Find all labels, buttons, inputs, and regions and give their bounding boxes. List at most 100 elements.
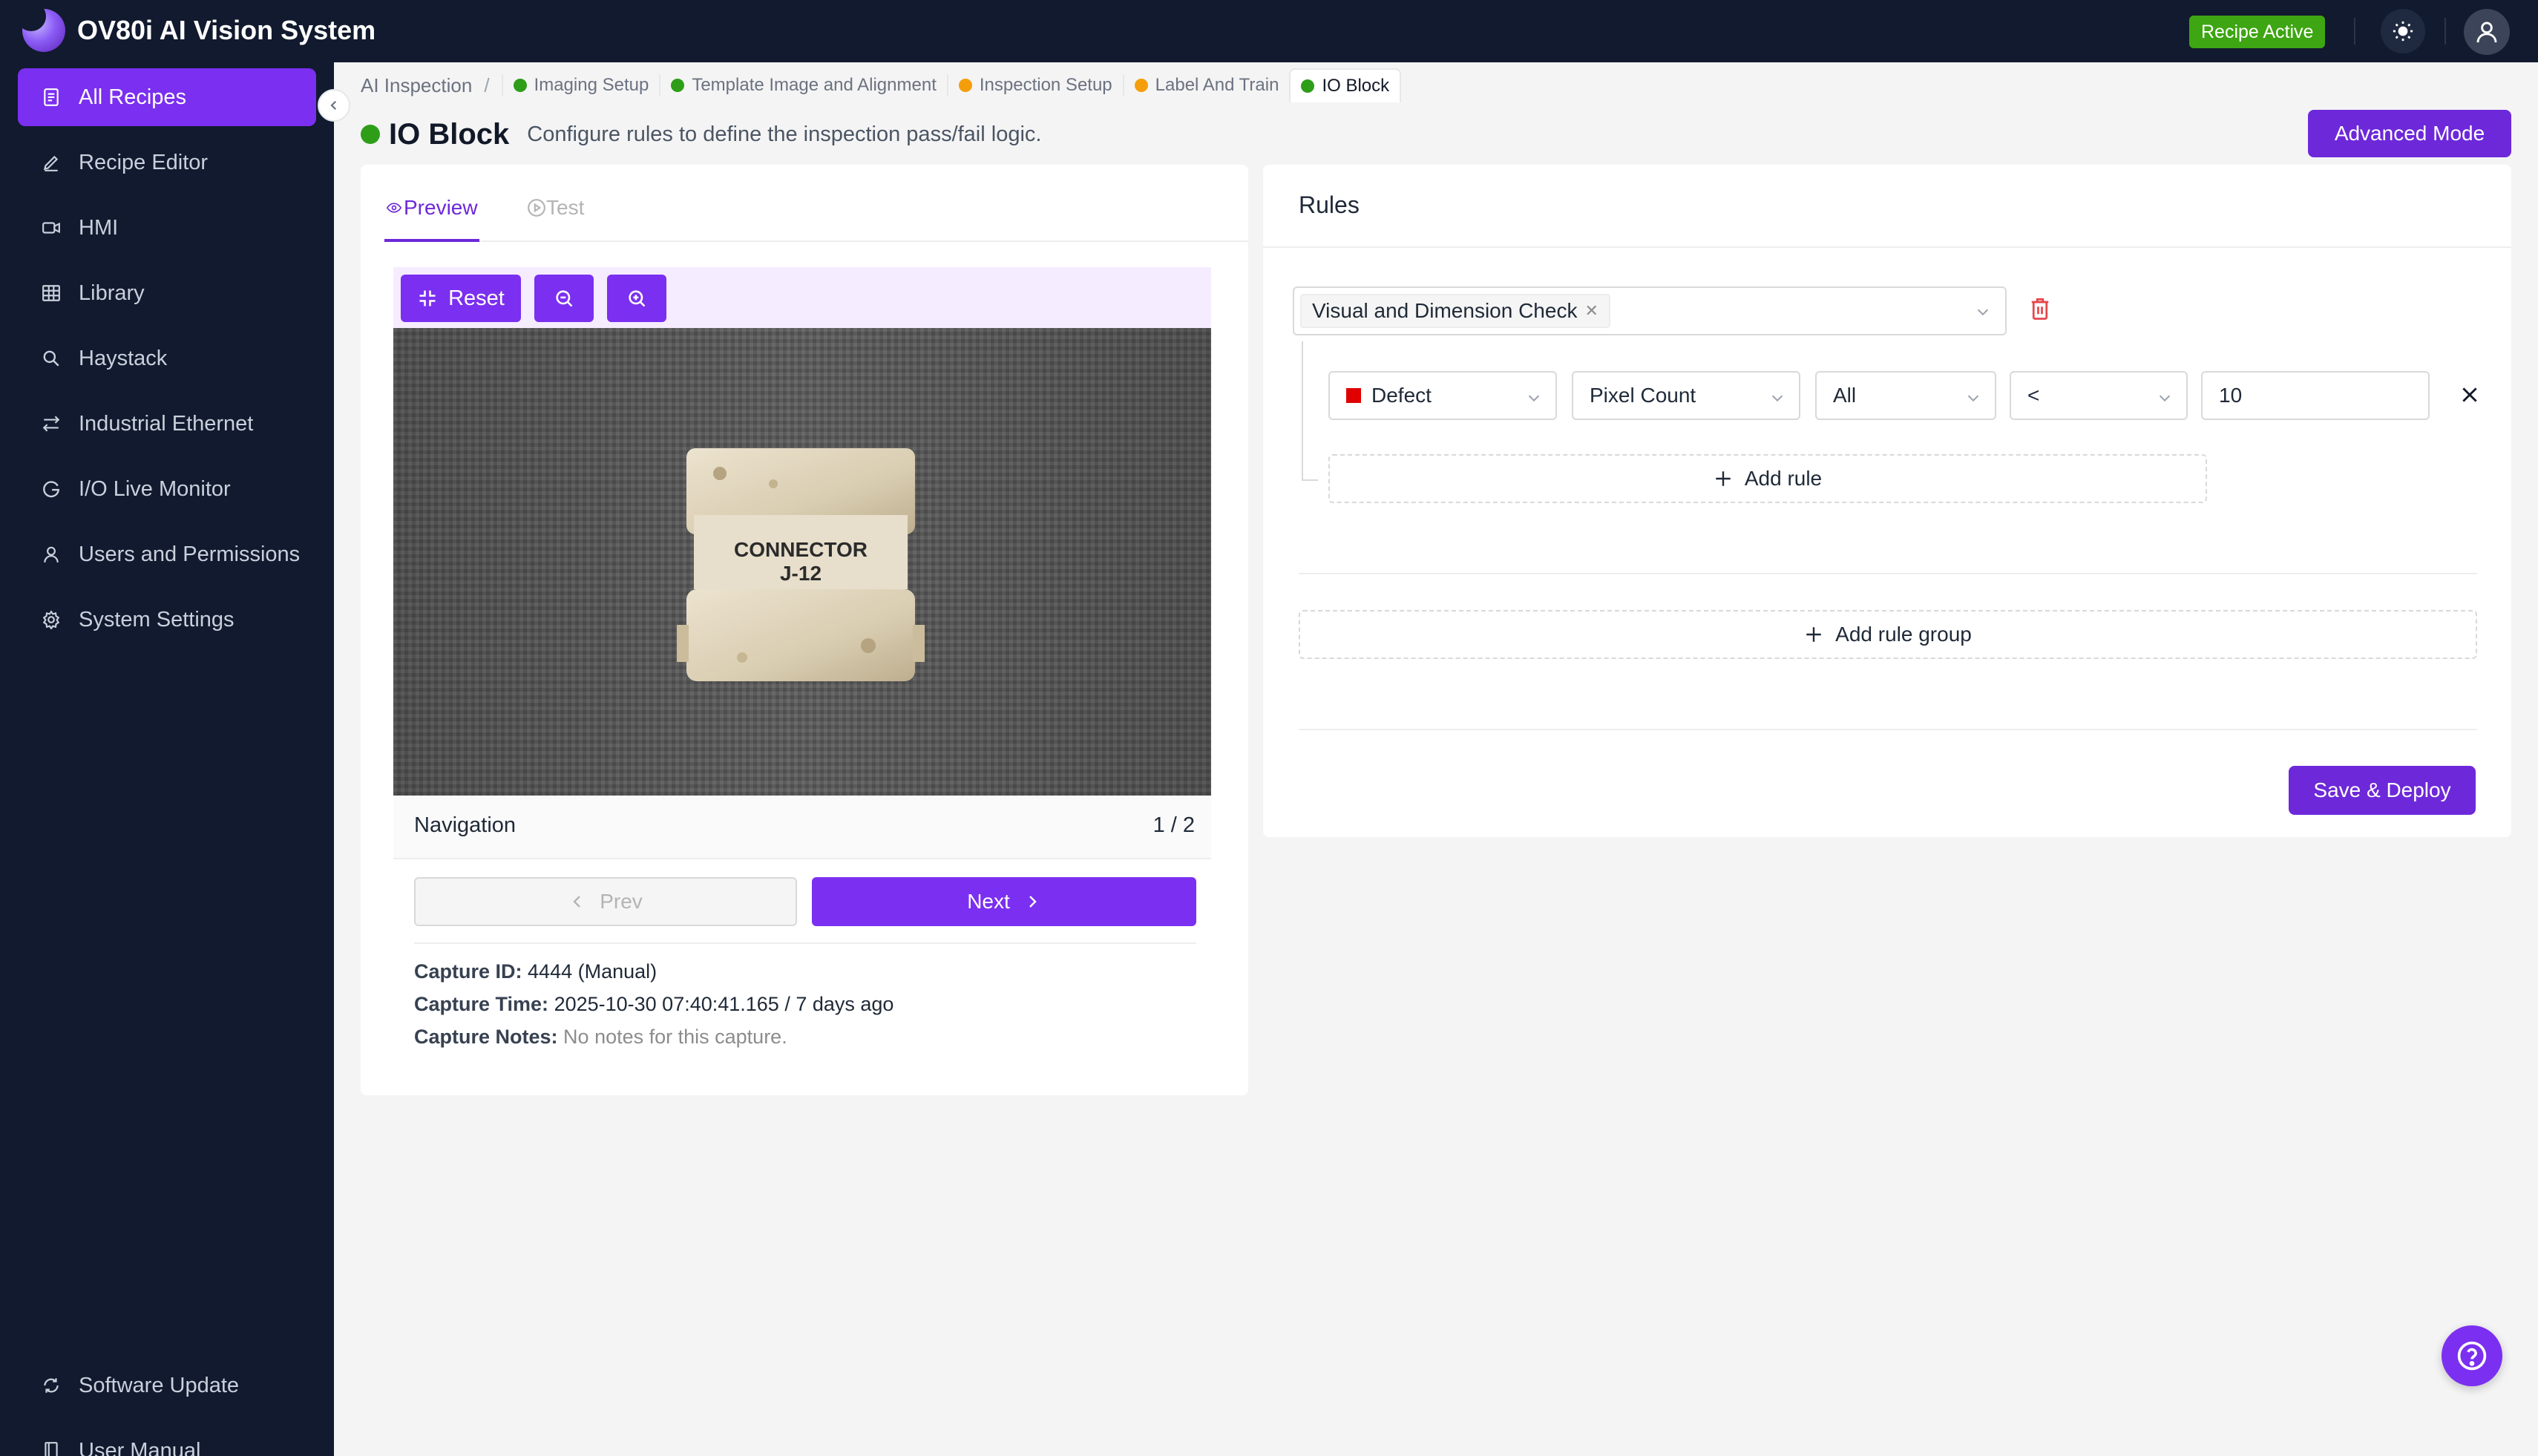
sidebar-item-recipe-editor[interactable]: Recipe Editor [18,134,316,191]
rule-group-select[interactable]: Visual and Dimension Check ✕ [1293,286,2007,335]
reset-label: Reset [448,286,505,310]
theme-toggle-button[interactable] [2381,9,2425,53]
breadcrumb-step-label: Imaging Setup [534,75,649,95]
reset-button[interactable]: Reset [401,275,521,322]
capture-image[interactable]: CONNECTOR J-12 [393,328,1211,796]
top-bar: OV80i AI Vision System Recipe Active [0,0,2538,62]
rule-tree-line [1302,341,1303,479]
breadcrumb-step-label: Template Image and Alignment [692,75,937,95]
class-select-value: Defect [1371,384,1432,407]
add-rule-group-button[interactable]: Add rule group [1299,610,2477,659]
add-rule-label: Add rule [1744,467,1823,490]
capture-id-row: Capture ID: 4444 (Manual) [414,960,657,983]
tab-preview[interactable]: Preview [384,196,478,220]
page-header: IO Block Configure rules to define the i… [361,111,1041,157]
tag-close-icon[interactable]: ✕ [1584,301,1598,321]
breadcrumb-step-inspection-setup[interactable]: Inspection Setup [948,68,1123,102]
zoom-in-button[interactable] [607,275,666,322]
ethernet-arrows-icon [40,413,62,435]
sidebar-item-label: All Recipes [79,85,187,109]
next-label: Next [967,890,1010,913]
breadcrumb-step-template-image[interactable]: Template Image and Alignment [660,68,947,102]
delete-group-button[interactable] [2029,297,2051,322]
divider [414,942,1196,944]
page-title: IO Block [389,117,510,151]
navigation-label: Navigation [414,813,517,837]
connector-label-line1: CONNECTOR [734,538,868,561]
sidebar-item-haystack[interactable]: Haystack [18,329,316,387]
sidebar-item-label: System Settings [79,607,235,632]
operator-select[interactable]: < [2010,371,2188,420]
next-button[interactable]: Next [812,877,1196,926]
tab-label: Test [546,196,585,219]
preview-tabs: Preview Test [384,165,1248,242]
breadcrumb-step-io-block[interactable]: IO Block [1289,68,1402,102]
advanced-mode-button[interactable]: Advanced Mode [2308,110,2511,157]
threshold-input[interactable]: 10 [2201,371,2430,420]
rules-title: Rules [1299,191,1360,218]
book-icon [40,1440,62,1456]
sidebar-item-system-settings[interactable]: System Settings [18,591,316,649]
sidebar-item-io-live-monitor[interactable]: I/O Live Monitor [18,460,316,518]
tab-test[interactable]: Test [527,196,584,220]
image-toolbar: Reset [393,267,1211,328]
sidebar-collapse-button[interactable] [318,89,350,122]
save-deploy-button[interactable]: Save & Deploy [2289,766,2476,815]
status-dot [958,79,972,92]
active-tab-indicator [384,239,479,242]
sidebar-item-users-permissions[interactable]: Users and Permissions [18,525,316,583]
sidebar-item-label: I/O Live Monitor [79,476,231,501]
sidebar: All Recipes Recipe Editor HMI Library Ha… [0,62,334,1456]
user-avatar-button[interactable] [2464,9,2510,55]
pencil-icon [40,151,62,174]
chevron-down-icon [1769,387,1786,411]
breadcrumb-root[interactable]: AI Inspection [361,74,472,97]
capture-time-value: 2025-10-30 07:40:41.165 / 7 days ago [554,993,894,1015]
sidebar-item-software-update[interactable]: Software Update [18,1357,316,1414]
zoom-out-button[interactable] [534,275,594,322]
add-rule-button[interactable]: Add rule [1328,454,2207,503]
chevron-down-icon [2157,387,2173,411]
plus-icon [1716,471,1731,486]
chevron-left-icon [573,896,581,908]
scope-select-value: All [1833,384,1857,407]
help-button[interactable] [2442,1325,2502,1386]
metric-select-value: Pixel Count [1590,384,1696,407]
sidebar-item-hmi[interactable]: HMI [18,199,316,257]
sidebar-item-label: Haystack [79,346,168,370]
table-grid-icon [40,282,62,304]
class-select[interactable]: Defect [1328,371,1557,420]
sidebar-item-library[interactable]: Library [18,264,316,322]
app-title: OV80i AI Vision System [77,15,376,45]
status-dot [671,79,685,92]
prev-button[interactable]: Prev [414,877,797,926]
rule-group-tag: Visual and Dimension Check ✕ [1300,294,1610,328]
capture-notes-value: No notes for this capture. [563,1026,787,1048]
sidebar-item-label: HMI [79,215,119,240]
app-logo [16,1,65,52]
breadcrumb-step-imaging-setup[interactable]: Imaging Setup [503,68,660,102]
sidebar-item-label: Industrial Ethernet [79,411,254,436]
sidebar-item-label: Software Update [79,1373,240,1397]
tab-label: Preview [404,196,478,219]
rule-tree-line [1302,479,1318,481]
capture-time-row: Capture Time: 2025-10-30 07:40:41.165 / … [414,993,893,1016]
close-icon [2462,387,2477,402]
sidebar-item-label: Recipe Editor [79,150,209,174]
sidebar-item-all-recipes[interactable]: All Recipes [18,68,316,126]
capture-id-value: 4444 (Manual) [528,960,658,983]
capture-notes-label: Capture Notes: [414,1026,558,1048]
status-dot [361,125,380,144]
sidebar-item-user-manual[interactable]: User Manual [18,1422,316,1456]
divider [1299,729,2477,730]
breadcrumb-step-label-and-train[interactable]: Label And Train [1124,68,1290,102]
capture-id-label: Capture ID: [414,960,522,983]
remove-rule-button[interactable] [2455,380,2485,410]
video-icon [40,217,62,239]
scope-select[interactable]: All [1815,371,1996,420]
capture-time-label: Capture Time: [414,993,549,1015]
sidebar-item-label: Users and Permissions [79,542,301,566]
class-color-swatch [1346,388,1361,403]
sidebar-item-industrial-ethernet[interactable]: Industrial Ethernet [18,395,316,453]
metric-select[interactable]: Pixel Count [1572,371,1800,420]
